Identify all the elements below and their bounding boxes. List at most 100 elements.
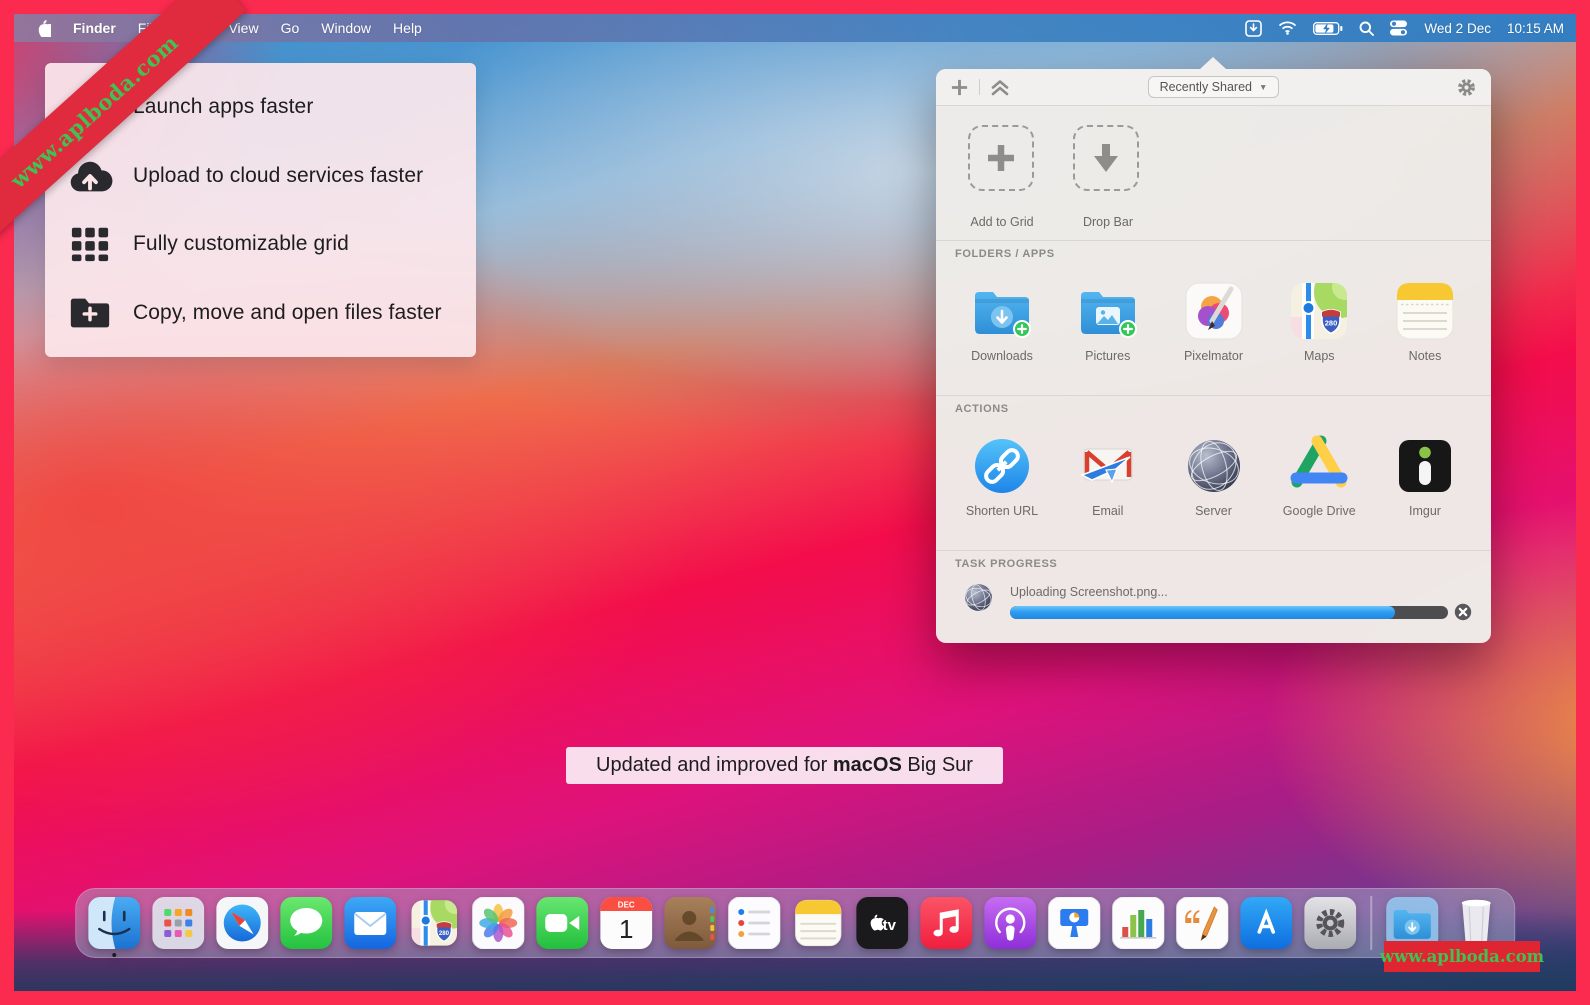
pictures-folder-icon (1076, 279, 1140, 343)
drop-target-label: Add to Grid (942, 215, 1062, 229)
dropzone-tray-icon[interactable] (1245, 20, 1262, 37)
panel-item-google-drive[interactable]: Google Drive (1267, 434, 1371, 518)
panel-item-label: Server (1195, 504, 1232, 518)
panel-item-pictures[interactable]: Pictures (1056, 279, 1160, 363)
dock-safari-icon[interactable] (216, 897, 268, 949)
panel-item-server[interactable]: Server (1162, 434, 1266, 518)
calendar-day-label: 1 (619, 914, 633, 944)
section-divider (936, 240, 1491, 241)
feature-row: Copy, move and open files faster (67, 290, 476, 336)
recently-shared-dropdown[interactable]: Recently Shared ▼ (1148, 76, 1280, 98)
banner-text-suffix: Big Sur (902, 754, 973, 777)
menu-go[interactable]: Go (271, 17, 310, 39)
dock-launchpad-icon[interactable] (152, 897, 204, 949)
menu-window[interactable]: Window (311, 17, 381, 39)
dock-podcasts-icon[interactable] (984, 897, 1036, 949)
menu-time[interactable]: 10:15 AM (1507, 21, 1564, 36)
panel-item-label: Maps (1304, 349, 1335, 363)
panel-item-label: Google Drive (1283, 504, 1356, 518)
dock-keynote-icon[interactable] (1048, 897, 1100, 949)
dock-finder-icon[interactable] (88, 897, 140, 949)
section-divider (936, 550, 1491, 551)
dropzone-panel: Recently Shared ▼ Add to Grid Drop Bar F… (936, 69, 1491, 643)
add-icon[interactable] (950, 78, 969, 97)
menu-date[interactable]: Wed 2 Dec (1424, 21, 1491, 36)
dock-music-icon[interactable] (920, 897, 972, 949)
add-to-grid-dropzone[interactable] (968, 125, 1034, 191)
panel-item-downloads[interactable]: Downloads (950, 279, 1054, 363)
dock-maps-shield-label: 280 (439, 930, 450, 937)
email-icon (1076, 434, 1140, 498)
dock-notes-icon[interactable] (792, 897, 844, 949)
dock-reminders-icon[interactable] (728, 897, 780, 949)
feature-label: Upload to cloud services faster (133, 164, 423, 188)
dock-mail-icon[interactable] (344, 897, 396, 949)
shorten-url-icon (970, 434, 1034, 498)
watermark-badge: www.aplboda.com (1384, 941, 1540, 972)
control-center-icon[interactable] (1390, 20, 1408, 36)
panel-item-label: Downloads (971, 349, 1033, 363)
menu-bar: Finder File Edit View Go Window Help (14, 14, 1576, 42)
dock-photos-icon[interactable] (472, 897, 524, 949)
panel-item-notes[interactable]: Notes (1373, 279, 1477, 363)
header-divider (979, 79, 980, 95)
banner-text-bold: macOS (833, 754, 902, 777)
dock-pages-icon[interactable] (1176, 897, 1228, 949)
drop-bar-dropzone[interactable] (1073, 125, 1139, 191)
panel-item-pixelmator[interactable]: Pixelmator (1162, 279, 1266, 363)
panel-item-maps[interactable]: 280 Maps (1267, 279, 1371, 363)
spotlight-search-icon[interactable] (1359, 21, 1374, 36)
dock-numbers-icon[interactable] (1112, 897, 1164, 949)
dock-calendar-icon[interactable]: DEC 1 (600, 897, 652, 949)
desktop-screen: Finder File Edit View Go Window Help (0, 0, 1590, 1005)
chevron-down-icon: ▼ (1259, 82, 1267, 92)
folders-apps-row: Downloads Pictures Pixelmator 280 Maps (950, 279, 1477, 363)
panel-item-label: Imgur (1409, 504, 1441, 518)
panel-item-imgur[interactable]: Imgur (1373, 434, 1477, 518)
actions-row: Shorten URL Email Server Google Drive (950, 434, 1477, 518)
task-progress-title: TASK PROGRESS (955, 558, 1057, 570)
server-icon (1182, 434, 1246, 498)
panel-item-label: Email (1092, 504, 1123, 518)
collapse-chevrons-icon[interactable] (990, 79, 1010, 96)
dock-messages-icon[interactable] (280, 897, 332, 949)
menu-help[interactable]: Help (383, 17, 432, 39)
dock-maps-icon[interactable]: 280 (408, 897, 460, 949)
maps-shield-label: 280 (1325, 319, 1338, 328)
dock-separator (1370, 896, 1372, 950)
dock-contacts-icon[interactable] (664, 897, 716, 949)
task-label: Uploading Screenshot.png... (1010, 585, 1168, 599)
maps-icon: 280 (1287, 279, 1351, 343)
google-drive-icon (1287, 434, 1351, 498)
actions-title: ACTIONS (955, 403, 1009, 415)
wifi-icon[interactable] (1278, 21, 1297, 35)
panel-item-label: Pixelmator (1184, 349, 1243, 363)
dock-facetime-icon[interactable] (536, 897, 588, 949)
panel-item-label: Notes (1409, 349, 1442, 363)
panel-item-shorten-url[interactable]: Shorten URL (950, 434, 1054, 518)
folder-plus-icon (67, 290, 113, 336)
apple-tv-label: tv (883, 917, 897, 934)
panel-header: Recently Shared ▼ (936, 69, 1491, 106)
section-divider (936, 395, 1491, 396)
panel-item-label: Shorten URL (966, 504, 1038, 518)
apple-menu-icon[interactable] (26, 16, 61, 40)
feature-label: Copy, move and open files faster (133, 301, 442, 325)
menu-app-name[interactable]: Finder (63, 17, 126, 39)
dock-apple-tv-icon[interactable]: tv (856, 897, 908, 949)
battery-charging-icon[interactable] (1313, 22, 1343, 35)
feature-row: Fully customizable grid (67, 221, 476, 267)
cancel-upload-button[interactable] (1454, 603, 1472, 621)
feature-label: Launch apps faster (133, 95, 313, 119)
panel-item-email[interactable]: Email (1056, 434, 1160, 518)
upload-progress-fill (1010, 606, 1395, 619)
calendar-month-label: DEC (618, 901, 635, 910)
gear-icon[interactable] (1456, 77, 1477, 98)
notes-icon (1393, 279, 1457, 343)
dock-app-store-icon[interactable] (1240, 897, 1292, 949)
grid-icon (67, 221, 113, 267)
dropdown-value: Recently Shared (1160, 80, 1252, 94)
panel-item-label: Pictures (1085, 349, 1130, 363)
dock-system-preferences-icon[interactable] (1304, 897, 1356, 949)
upload-progress-bar (1010, 606, 1448, 619)
